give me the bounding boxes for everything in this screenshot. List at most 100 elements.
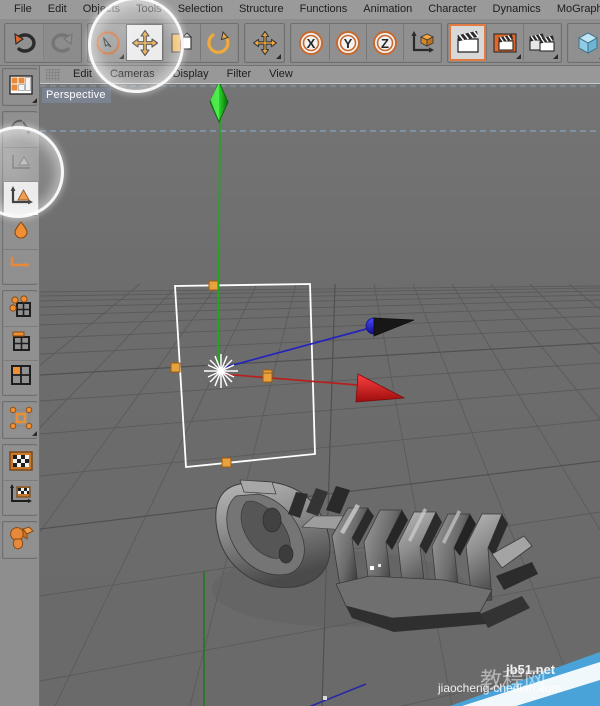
polygons-mode-button[interactable] [4,360,38,394]
flyout-corner-icon [553,54,558,59]
enable-axis-icon [8,405,34,436]
workplane-button[interactable] [4,446,38,480]
sidebar-group-workplane [2,444,38,516]
undo-icon [12,30,38,56]
edge-mode-icon [9,329,33,358]
live-selection-button[interactable] [89,24,126,61]
svg-text:X: X [306,36,315,51]
menu-item-tools[interactable]: Tools [128,0,170,19]
menu-item-functions[interactable]: Functions [292,0,356,19]
edges-mode-button[interactable] [4,326,38,360]
flyout-corner-icon [516,54,521,59]
menu-item-animation[interactable]: Animation [355,0,420,19]
flyout-corner-icon [119,54,124,59]
polygon-mode-icon [9,363,33,392]
texture-axis-mode-icon [9,253,33,280]
z-axis-lock-button[interactable]: Z [366,24,403,61]
add-cube-button[interactable] [569,24,600,61]
point-mode-icon [9,294,33,324]
redo-button[interactable] [43,24,80,61]
render-region-button[interactable] [486,24,523,61]
y-axis-lock-button[interactable]: Y [329,24,366,61]
viewport-menu-filter[interactable]: Filter [218,66,260,83]
redo-icon [49,30,75,56]
sidebar-group-axis [2,401,38,439]
toolbar-group-render [447,22,562,63]
y-axis-lock-icon: Y [334,29,362,57]
sidebar-group-components [2,290,38,396]
menu-item-character[interactable]: Character [420,0,484,19]
object-axis-mode-icon [9,185,33,212]
menu-item-edit[interactable]: Edit [40,0,75,19]
menu-item-structure[interactable]: Structure [231,0,292,19]
toolbar-group-create [567,22,600,63]
workplane-icon [8,449,34,478]
scale-icon [168,29,196,57]
modeling-axis-button[interactable] [246,24,283,61]
rotate-tool-button[interactable] [200,24,237,61]
toolbar-group-modeling-axis [244,22,285,63]
sidebar-group-viewport-solo [2,521,38,559]
render-view-button[interactable] [449,24,486,61]
toolbar-group-axis-locks: X Y Z [290,22,442,63]
render-settings-icon [528,29,556,57]
move-icon [131,29,159,57]
viewport-solo-icon [7,525,35,556]
left-tool-sidebar [0,66,40,706]
selection-handle [170,362,181,373]
menu-item-mograph[interactable]: MoGraph [549,0,600,19]
sidebar-group-modes [2,111,38,285]
layout-presets-icon [9,74,33,100]
toolbar-group-history [4,22,82,63]
svg-text:Z: Z [381,36,389,51]
selection-handle [208,280,219,291]
workplane-axis-button[interactable] [4,480,38,514]
viewport-menu-edit[interactable]: Edit [64,66,101,83]
viewport-menu-cameras[interactable]: Cameras [101,66,164,83]
scale-tool-button[interactable] [163,24,200,61]
world-object-coordinates-icon [408,29,436,57]
x-axis-lock-icon: X [297,29,325,57]
x-axis-lock-button[interactable]: X [292,24,329,61]
render-view-icon [454,29,482,57]
menu-item-objects[interactable]: Objects [75,0,128,19]
enable-axis-button[interactable] [4,403,38,437]
flyout-corner-icon [32,431,37,436]
svg-text:Y: Y [343,36,352,51]
menu-item-dynamics[interactable]: Dynamics [485,0,549,19]
layout-presets-button[interactable] [4,70,38,104]
make-editable-button[interactable] [4,113,38,147]
points-mode-button[interactable] [4,292,38,326]
world-object-coordinates-button[interactable] [403,24,440,61]
z-axis-lock-icon: Z [371,29,399,57]
viewport-menu-grip-icon[interactable] [46,68,60,81]
viewport-menu-display[interactable]: Display [164,66,218,83]
viewport-menu-view[interactable]: View [260,66,302,83]
viewport-menu-bar: Edit Cameras Display Filter View [40,66,600,84]
model-mode-button[interactable] [4,147,38,181]
menu-item-selection[interactable]: Selection [170,0,231,19]
menu-item-file[interactable]: File [6,0,40,19]
model-mode-icon [9,151,33,178]
cube-primitive-icon [574,29,600,57]
cinema4d-window: File Edit Objects Tools Selection Struct… [0,0,600,706]
move-axis-icon [251,29,279,57]
render-region-icon [491,29,519,57]
perspective-viewport[interactable]: Perspective jb51.net jiaocheng-chedian.c… [40,84,600,706]
selection-handle [221,457,232,468]
viewport-3d-scene [40,84,600,706]
viewport-label: Perspective [42,88,111,103]
texture-mode-button[interactable] [4,215,38,249]
move-tool-button[interactable] [126,24,163,61]
main-menu-bar: File Edit Objects Tools Selection Struct… [0,0,600,20]
texture-axis-mode-button[interactable] [4,249,38,283]
render-settings-button[interactable] [523,24,560,61]
object-mode-button[interactable] [4,181,38,215]
undo-button[interactable] [6,24,43,61]
sidebar-group-layout [2,68,38,106]
viewport-solo-button[interactable] [4,523,38,557]
toolbar-group-transform [87,22,239,63]
rotate-icon [205,29,233,57]
gizmo-x-handle [262,372,273,383]
flyout-corner-icon [276,54,281,59]
